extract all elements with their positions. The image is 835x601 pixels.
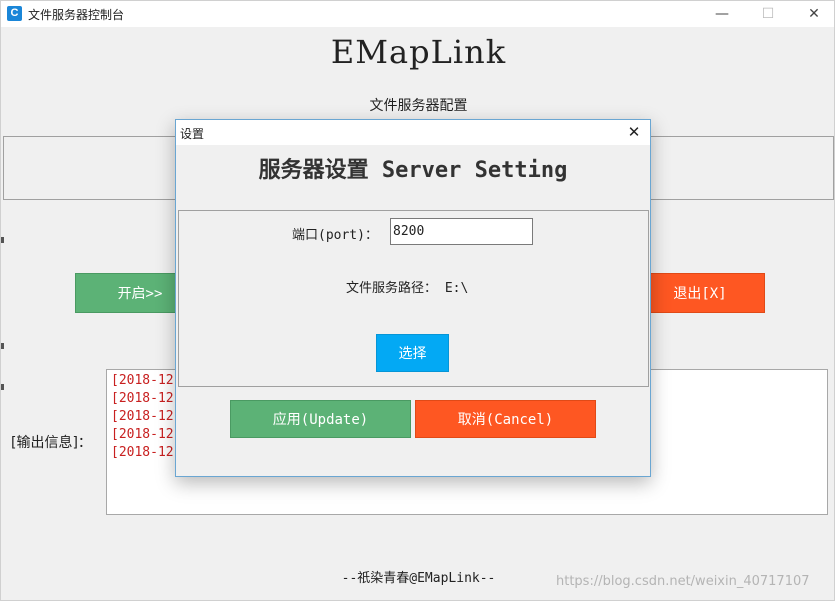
title-bar: C 文件服务器控制台 — ☐ ✕ [1, 1, 834, 27]
exit-button[interactable]: 退出[X] [635, 273, 765, 313]
port-label: 端口(port)： [292, 228, 378, 243]
maximize-button[interactable]: ☐ [753, 4, 783, 24]
path-value: E:\ [444, 281, 469, 296]
minimize-button[interactable]: — [707, 4, 737, 24]
dialog-close-button[interactable]: ✕ [622, 122, 646, 142]
dialog-title-bar: 设置 ✕ [176, 120, 650, 145]
settings-dialog: 设置 ✕ 服务器设置 Server Setting 端口(port)： 8200… [175, 119, 651, 477]
apply-button[interactable]: 应用(Update) [230, 400, 411, 438]
page-subtitle: 文件服务器配置 [369, 98, 468, 114]
edge-tick [1, 384, 4, 390]
port-input[interactable]: 8200 [390, 218, 533, 245]
close-button[interactable]: ✕ [799, 4, 829, 24]
output-label: [输出信息]： [11, 435, 92, 451]
cancel-button[interactable]: 取消(Cancel) [415, 400, 596, 438]
app-icon: C [7, 6, 22, 21]
path-label: 文件服务路径： E:\ [346, 277, 468, 296]
choose-button[interactable]: 选择 [376, 334, 449, 372]
dialog-heading: 服务器设置 Server Setting [258, 158, 568, 183]
brand-title: EMapLink [330, 33, 507, 71]
edge-tick [1, 343, 4, 349]
edge-tick [1, 237, 4, 243]
watermark: https://blog.csdn.net/weixin_40717107 [556, 574, 810, 589]
path-label-text: 文件服务路径： [346, 281, 438, 296]
dialog-title: 设置 [180, 127, 205, 141]
window-title: 文件服务器控制台 [28, 8, 125, 22]
